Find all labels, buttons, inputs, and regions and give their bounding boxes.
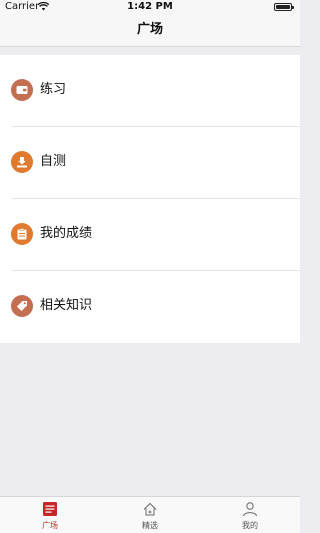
list-item-my-scores[interactable]: 我的成绩 bbox=[0, 199, 300, 271]
menu-list: 练习 自测 我的成绩 相关知识 bbox=[0, 55, 300, 343]
status-bar: Carrier 1:42 PM bbox=[0, 0, 300, 14]
battery-icon bbox=[274, 3, 294, 11]
list-item-self-test[interactable]: 自测 bbox=[0, 127, 300, 199]
tab-label: 我的 bbox=[242, 521, 258, 530]
tab-label: 广场 bbox=[42, 521, 58, 530]
list-item-practice[interactable]: 练习 bbox=[0, 55, 300, 127]
tab-mine[interactable]: 我的 bbox=[200, 497, 300, 533]
page-title: 广场 bbox=[136, 22, 163, 37]
list-item-label: 我的成绩 bbox=[40, 226, 93, 241]
home-icon bbox=[143, 502, 157, 516]
tab-bar: 广场 精选 我的 bbox=[0, 496, 300, 533]
nav-bar: 广场 bbox=[0, 14, 300, 47]
clock: 1:42 PM bbox=[127, 1, 173, 12]
list-item-label: 练习 bbox=[40, 82, 67, 97]
person-icon bbox=[243, 502, 257, 517]
tag-icon bbox=[11, 295, 33, 317]
list-item-label: 相关知识 bbox=[40, 298, 93, 313]
list-item-related-knowledge[interactable]: 相关知识 bbox=[0, 271, 300, 343]
list-card-icon bbox=[43, 502, 57, 516]
download-tray-icon bbox=[11, 151, 33, 173]
list-item-label: 自测 bbox=[40, 154, 67, 169]
tab-featured[interactable]: 精选 bbox=[100, 497, 200, 533]
clipboard-icon bbox=[11, 223, 33, 245]
tab-label: 精选 bbox=[142, 521, 158, 530]
wallet-icon bbox=[11, 79, 33, 101]
tab-plaza[interactable]: 广场 bbox=[0, 497, 100, 533]
